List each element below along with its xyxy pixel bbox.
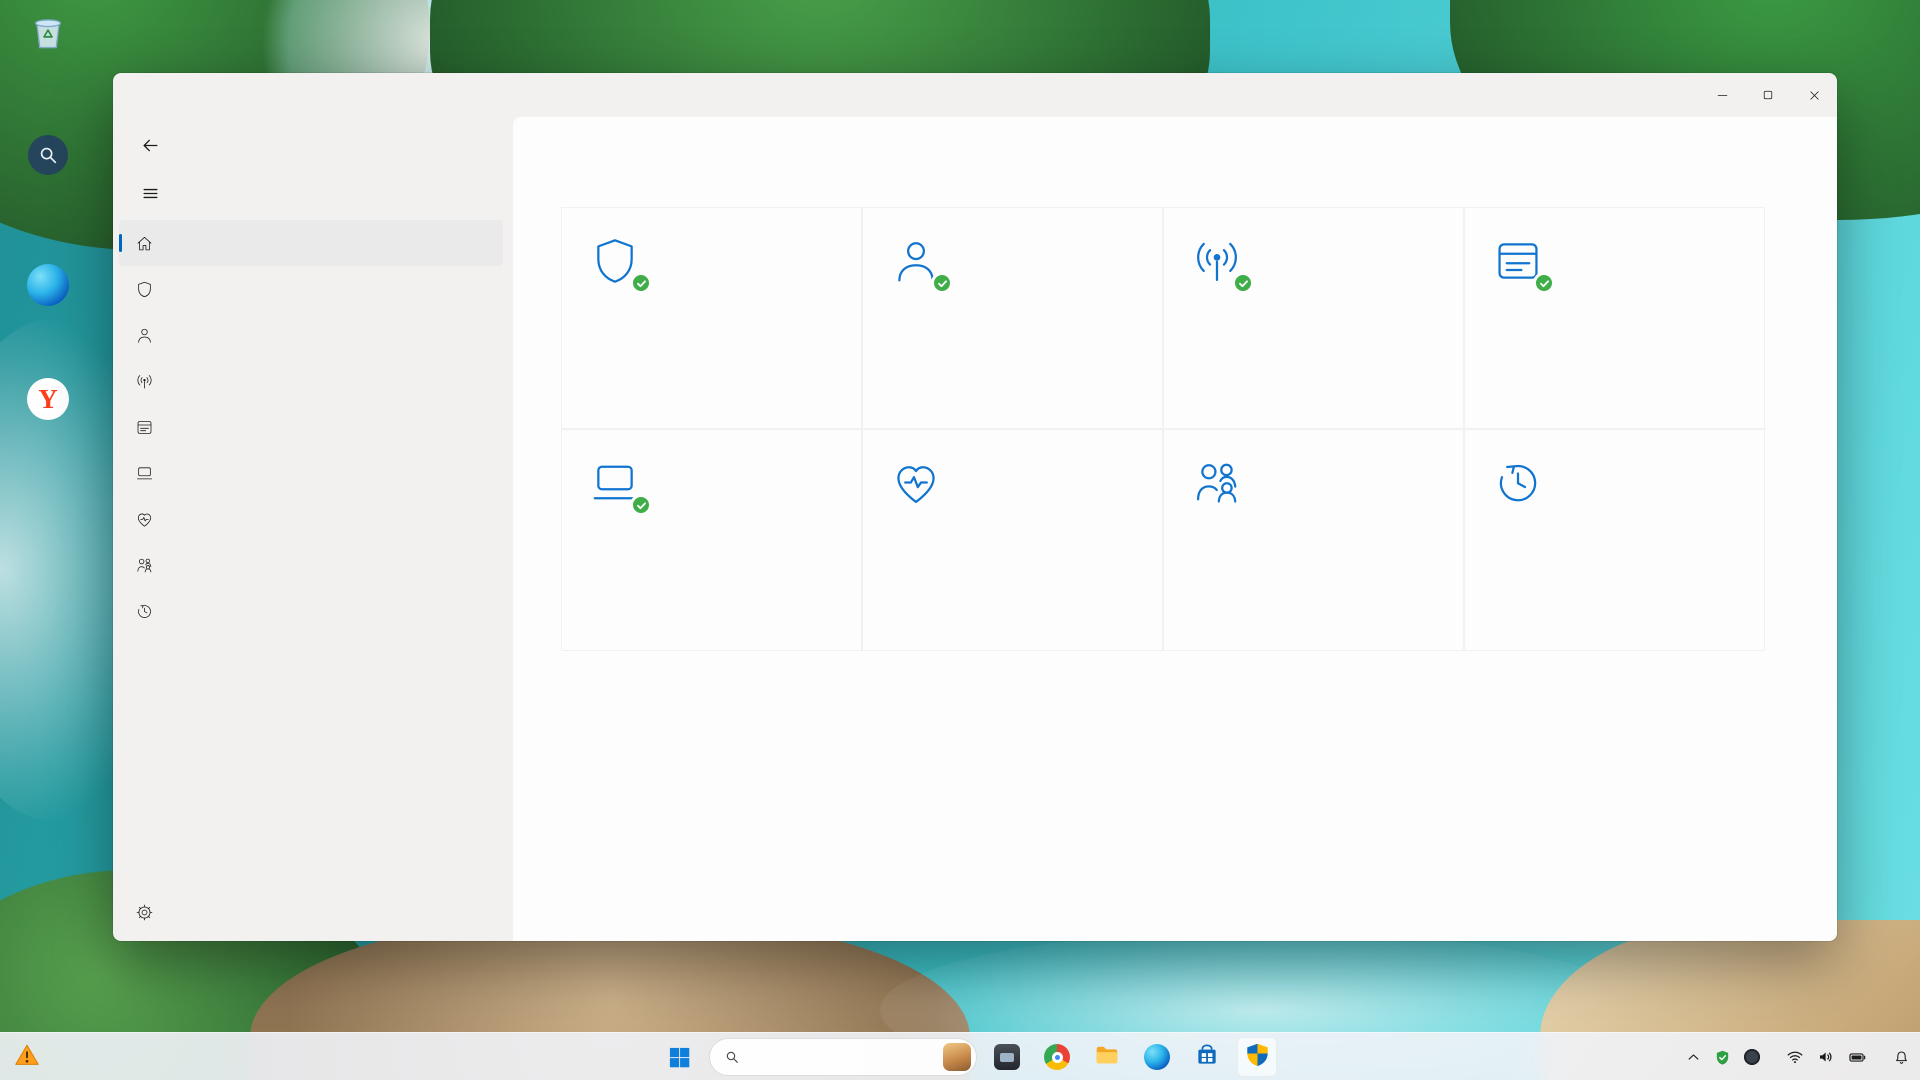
- wifi-icon[interactable]: [1786, 1048, 1804, 1066]
- minimize-button[interactable]: [1699, 73, 1745, 117]
- dark-app-icon: [994, 1044, 1020, 1070]
- taskbar-center: [659, 1033, 1277, 1080]
- sidebar-item-app-browser-control[interactable]: [119, 404, 503, 450]
- person-icon: [889, 234, 947, 292]
- status-check-icon: [630, 494, 652, 516]
- status-check-icon: [1533, 272, 1555, 294]
- status-check-icon: [1232, 272, 1254, 294]
- card-device-security[interactable]: [561, 429, 862, 651]
- gear-icon: [135, 903, 154, 922]
- sidebar-item-device-performance-health[interactable]: [119, 496, 503, 542]
- sidebar-item-account-protection[interactable]: [119, 312, 503, 358]
- close-button[interactable]: [1791, 73, 1837, 117]
- heart-pulse-icon: [889, 456, 947, 514]
- recycle-bin-icon: [25, 8, 71, 54]
- back-button[interactable]: [133, 130, 167, 160]
- network-icon: [135, 372, 154, 391]
- family-icon: [1190, 456, 1248, 514]
- sidebar-item-settings[interactable]: [119, 889, 503, 935]
- defender-shield-icon: [1244, 1041, 1271, 1073]
- window-controls: [1699, 73, 1837, 117]
- taskbar-chrome[interactable]: [1037, 1037, 1077, 1077]
- edge-logo-icon: [25, 262, 71, 308]
- volume-icon[interactable]: [1817, 1048, 1835, 1066]
- tray-chevron-up-icon[interactable]: [1686, 1050, 1701, 1065]
- security-cards-grid: [561, 207, 1807, 651]
- maximize-button[interactable]: [1745, 73, 1791, 117]
- tray-security-shield-icon[interactable]: [1714, 1049, 1731, 1066]
- family-icon: [135, 556, 154, 575]
- store-icon: [1194, 1042, 1220, 1073]
- windows-security-window: [113, 73, 1837, 941]
- main-content: [513, 117, 1837, 941]
- taskbar-search[interactable]: [709, 1038, 977, 1076]
- desktop-icon-info-shortcut[interactable]: [4, 132, 92, 188]
- apps-icon: [135, 418, 154, 437]
- person-icon: [135, 326, 154, 345]
- card-protection-history[interactable]: [1464, 429, 1765, 651]
- apps-icon: [1491, 234, 1549, 292]
- status-check-icon: [630, 272, 652, 294]
- edge-icon: [1144, 1044, 1170, 1070]
- desktop-icon-edge[interactable]: [4, 262, 92, 318]
- start-button[interactable]: [659, 1037, 699, 1077]
- card-device-performance-health[interactable]: [862, 429, 1163, 651]
- network-icon: [1190, 234, 1248, 292]
- tray-app-icon[interactable]: [1744, 1049, 1760, 1065]
- sidebar: [113, 117, 513, 941]
- taskbar: [0, 1032, 1920, 1080]
- warning-icon: [14, 1042, 40, 1073]
- card-virus-threat-protection[interactable]: [561, 207, 862, 429]
- history-icon: [1491, 456, 1549, 514]
- sidebar-nav: [119, 220, 503, 634]
- desktop-icon-recycle-bin[interactable]: [4, 8, 92, 64]
- sidebar-item-protection-history[interactable]: [119, 588, 503, 634]
- laptop-icon: [588, 456, 646, 514]
- home-icon: [135, 234, 154, 253]
- chrome-icon: [1044, 1044, 1070, 1070]
- card-app-browser-control[interactable]: [1464, 207, 1765, 429]
- taskbar-file-explorer[interactable]: [1087, 1037, 1127, 1077]
- notification-bell-icon[interactable]: [1893, 1049, 1910, 1066]
- yandex-logo-icon: Y: [25, 376, 71, 422]
- sidebar-item-home[interactable]: [119, 220, 503, 266]
- weather-alert-widget[interactable]: [14, 1033, 49, 1080]
- sidebar-item-device-security[interactable]: [119, 450, 503, 496]
- shield-icon: [588, 234, 646, 292]
- status-check-icon: [931, 272, 953, 294]
- card-firewall-network[interactable]: [1163, 207, 1464, 429]
- taskbar-tray: [1686, 1033, 1910, 1080]
- history-icon: [135, 602, 154, 621]
- taskbar-edge[interactable]: [1137, 1037, 1177, 1077]
- laptop-icon: [135, 464, 154, 483]
- search-highlight-image: [943, 1043, 971, 1071]
- shield-icon: [135, 280, 154, 299]
- card-family-options[interactable]: [1163, 429, 1464, 651]
- window-titlebar[interactable]: [113, 73, 1837, 117]
- menu-button[interactable]: [133, 178, 167, 208]
- magnifier-shortcut-icon: [25, 132, 71, 178]
- battery-icon[interactable]: [1848, 1048, 1867, 1067]
- taskbar-windows-security[interactable]: [1237, 1037, 1277, 1077]
- folder-icon: [1094, 1042, 1120, 1073]
- desktop-icon-yandex[interactable]: Y: [4, 376, 92, 432]
- heart-pulse-icon: [135, 510, 154, 529]
- sidebar-item-family-options[interactable]: [119, 542, 503, 588]
- taskbar-app-dark-window[interactable]: [987, 1037, 1027, 1077]
- search-icon: [724, 1049, 740, 1065]
- sidebar-item-virus-threat-protection[interactable]: [119, 266, 503, 312]
- sidebar-item-firewall-network[interactable]: [119, 358, 503, 404]
- taskbar-store[interactable]: [1187, 1037, 1227, 1077]
- card-account-protection[interactable]: [862, 207, 1163, 429]
